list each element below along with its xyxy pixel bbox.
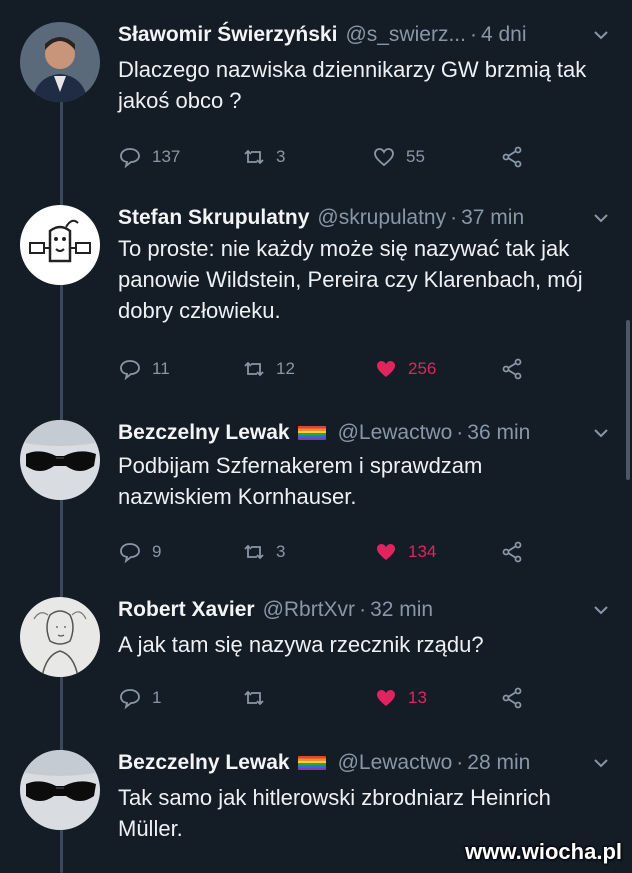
author-handle[interactable]: @s_swierz... xyxy=(345,23,466,47)
like-button[interactable]: 134 xyxy=(374,537,436,567)
avatar[interactable] xyxy=(20,420,100,500)
author-name[interactable]: Robert Xavier xyxy=(118,598,255,622)
like-button[interactable]: 55 xyxy=(372,142,425,172)
author-name[interactable]: Sławomir Świerzyński xyxy=(118,23,337,47)
tweet-header: Bezczelny Lewak @Lewactwo · 28 min xyxy=(118,748,612,778)
share-icon xyxy=(502,687,522,709)
reply-button[interactable]: 9 xyxy=(118,537,161,567)
timestamp[interactable]: 32 min xyxy=(370,598,433,622)
tweet-text: A jak tam się nazywa rzecznik rządu? xyxy=(118,632,484,657)
tweet-text: Podbijam Szfernakerem i sprawdzam nazwis… xyxy=(118,453,483,509)
timestamp[interactable]: 4 dni xyxy=(481,23,527,47)
tweet-header: Sławomir Świerzyński @s_swierz... · 4 dn… xyxy=(118,20,612,50)
author-name[interactable]: Bezczelny Lewak xyxy=(118,751,290,775)
heart-icon xyxy=(377,544,395,560)
share-icon xyxy=(502,358,522,380)
author-handle[interactable]: @RbrtXvr xyxy=(263,598,356,622)
reply-icon xyxy=(120,543,140,564)
reply-icon xyxy=(120,689,140,710)
retweet-button[interactable]: 3 xyxy=(242,142,285,172)
like-count: 134 xyxy=(408,542,437,561)
reply-count: 137 xyxy=(152,147,181,166)
author-handle[interactable]: @Lewactwo xyxy=(338,751,453,775)
retweet-icon xyxy=(244,544,264,560)
share-button[interactable] xyxy=(500,142,534,172)
reply-icon xyxy=(120,360,140,381)
tweet-actions: 137 3 55 xyxy=(118,142,612,172)
avatar[interactable] xyxy=(20,205,100,285)
tweet-header: Stefan Skrupulatny @skrupulatny · 37 min xyxy=(118,203,612,233)
chevron-down-icon[interactable] xyxy=(590,422,612,444)
rainbow-flag-icon xyxy=(297,426,326,440)
chevron-down-icon[interactable] xyxy=(590,752,612,774)
tweet-text: Dlaczego nazwiska dziennikarzy GW brzmią… xyxy=(118,57,587,113)
rainbow-flag-icon xyxy=(297,756,326,770)
retweet-button[interactable]: 12 xyxy=(242,354,295,384)
tweet-actions: 9 3 134 xyxy=(118,537,612,567)
separator: · xyxy=(456,421,464,444)
retweet-icon xyxy=(244,690,264,706)
author-name[interactable]: Stefan Skrupulatny xyxy=(118,206,309,230)
share-button[interactable] xyxy=(500,354,534,384)
like-count: 13 xyxy=(408,688,427,707)
reply-button[interactable]: 137 xyxy=(118,142,180,172)
share-button[interactable] xyxy=(500,683,534,713)
reply-button[interactable]: 11 xyxy=(118,354,170,384)
like-count: 256 xyxy=(408,359,437,378)
like-count: 55 xyxy=(406,147,425,166)
like-button[interactable]: 256 xyxy=(374,354,436,384)
reply-count: 9 xyxy=(152,542,162,561)
chevron-down-icon[interactable] xyxy=(590,207,612,229)
heart-icon xyxy=(377,690,395,706)
author-name[interactable]: Bezczelny Lewak xyxy=(118,421,290,445)
author-handle[interactable]: @skrupulatny xyxy=(317,206,446,230)
retweet-count: 3 xyxy=(276,542,286,561)
heart-icon xyxy=(374,148,394,167)
separator: · xyxy=(359,598,367,621)
heart-icon xyxy=(377,361,395,377)
timestamp[interactable]: 28 min xyxy=(467,751,530,775)
tweet-text: Tak samo jak hitlerowski zbrodniarz Hein… xyxy=(118,785,551,841)
tweet-header: Robert Xavier @RbrtXvr · 32 min xyxy=(118,595,612,625)
like-button[interactable]: 13 xyxy=(374,683,427,713)
timestamp[interactable]: 37 min xyxy=(461,206,524,230)
retweet-button[interactable]: 3 xyxy=(242,537,285,567)
tweet-actions: 11 12 256 xyxy=(118,354,612,384)
retweet-icon xyxy=(244,149,264,165)
reply-button[interactable]: 1 xyxy=(118,683,161,713)
separator: · xyxy=(450,206,458,229)
tweet-text: To proste: nie każdy może się nazywać ta… xyxy=(118,236,583,323)
reply-count: 11 xyxy=(152,359,170,378)
share-button[interactable] xyxy=(500,537,534,567)
chevron-down-icon[interactable] xyxy=(590,599,612,621)
avatar[interactable] xyxy=(20,597,100,677)
separator: · xyxy=(456,751,464,774)
retweet-count: 12 xyxy=(276,359,295,378)
avatar[interactable] xyxy=(20,22,100,102)
reply-icon xyxy=(120,148,140,169)
share-icon xyxy=(502,146,522,168)
retweet-icon xyxy=(244,361,264,377)
tweet-actions: 1 13 xyxy=(118,683,612,713)
reply-count: 1 xyxy=(152,688,162,707)
separator: · xyxy=(469,23,477,46)
tweet-header: Bezczelny Lewak @Lewactwo · 36 min xyxy=(118,418,612,448)
scrollbar[interactable] xyxy=(626,320,630,480)
author-handle[interactable]: @Lewactwo xyxy=(338,421,453,445)
chevron-down-icon[interactable] xyxy=(590,24,612,46)
avatar[interactable] xyxy=(20,750,100,830)
retweet-count: 3 xyxy=(276,147,286,166)
share-icon xyxy=(502,541,522,563)
timestamp[interactable]: 36 min xyxy=(467,421,530,445)
retweet-button[interactable] xyxy=(242,683,276,713)
watermark: www.wiocha.pl xyxy=(465,839,622,864)
